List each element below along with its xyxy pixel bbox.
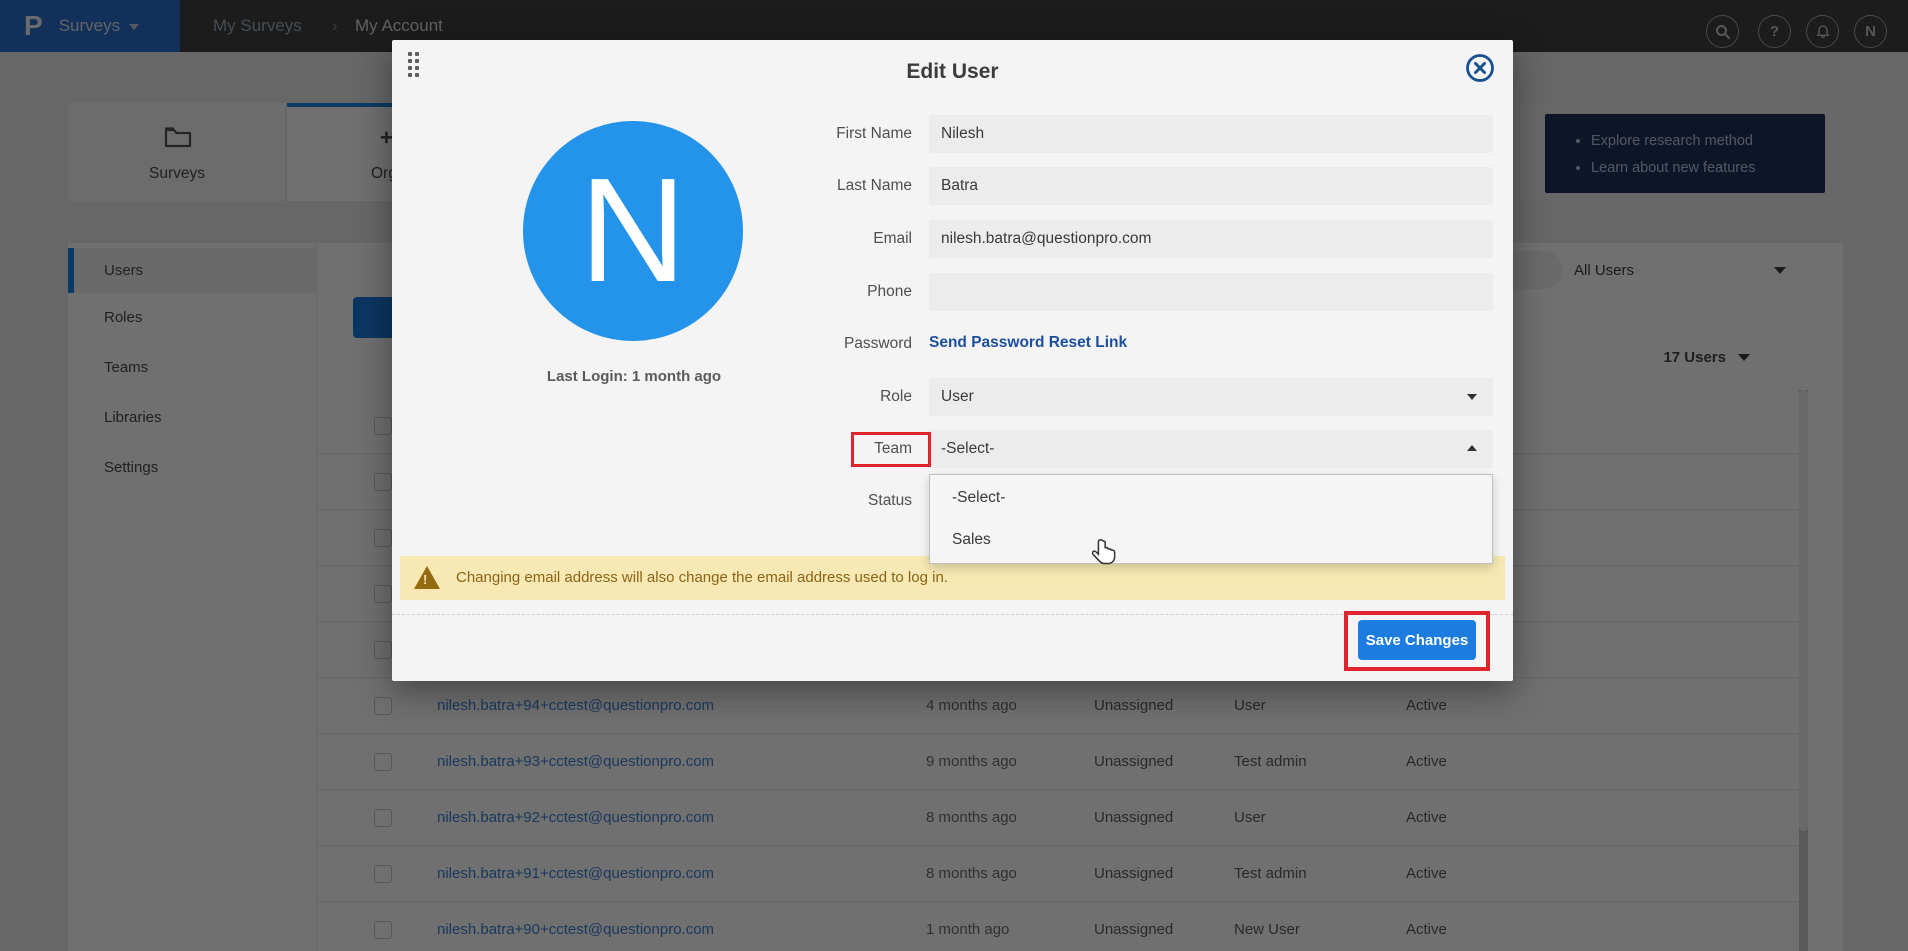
avatar-initial: N [580,157,687,305]
warning-text: Changing email address will also change … [456,556,948,600]
password-label: Password [772,333,912,355]
user-avatar-large: N [523,121,743,341]
password-reset-link[interactable]: Send Password Reset Link [929,334,1127,352]
email-field[interactable] [929,220,1493,258]
edit-user-modal: Edit User N Last Login: 1 month ago Firs… [392,40,1513,681]
mouse-pointer-hand-icon [1092,538,1116,566]
team-dropdown-menu: -Select- Sales [929,474,1493,564]
close-icon[interactable] [1464,52,1496,84]
team-option-sales[interactable]: Sales [930,519,1492,561]
role-label: Role [772,386,912,408]
team-select[interactable]: -Select- [929,430,1493,468]
team-option-select[interactable]: -Select- [930,477,1492,519]
save-changes-button[interactable]: Save Changes [1358,620,1476,660]
email-label: Email [772,228,912,250]
team-value: -Select- [941,440,994,457]
first-name-label: First Name [772,123,912,145]
phone-field[interactable] [929,273,1493,311]
chevron-down-icon [1467,394,1477,400]
last-name-label: Last Name [772,175,912,197]
modal-title: Edit User [392,60,1513,84]
last-name-field[interactable] [929,167,1493,205]
status-label: Status [772,490,912,512]
annotation-highlight-team [851,432,931,467]
phone-label: Phone [772,281,912,303]
first-name-field[interactable] [929,115,1493,153]
last-login-text: Last Login: 1 month ago [504,368,764,385]
chevron-up-icon [1467,445,1477,451]
warning-exclamation: ! [423,572,427,587]
role-select[interactable]: User [929,378,1493,416]
role-value: User [941,388,974,405]
